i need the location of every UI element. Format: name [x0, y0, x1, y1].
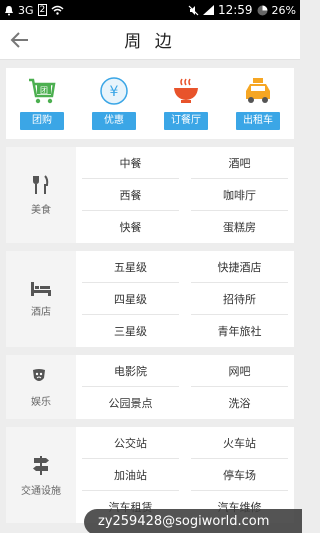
svg-text:¥: ¥ [110, 84, 119, 100]
category-entertainment-header[interactable]: 娱乐 [6, 355, 76, 419]
status-bar: 3G 2 12:59 26% [0, 0, 300, 20]
traffic-item-bus[interactable]: 公交站 [82, 427, 179, 459]
food-item-bar[interactable]: 酒吧 [191, 147, 288, 179]
fun-item-cinema[interactable]: 电影院 [82, 355, 179, 387]
category-entertainment-label: 娱乐 [31, 396, 51, 408]
wifi-icon [51, 5, 64, 15]
category-hotel-label: 酒店 [31, 306, 51, 318]
food-item-cafe[interactable]: 咖啡厅 [191, 179, 288, 211]
battery-level: 26% [271, 3, 296, 17]
traffic-item-gas[interactable]: 加油站 [82, 459, 179, 491]
quick-item-discount[interactable]: ¥ 优惠 [92, 76, 136, 139]
category-hotel: 酒店 五星级 快捷酒店 四星级 招待所 三星级 青年旅社 [6, 251, 294, 347]
notification-icon [5, 5, 13, 15]
food-item-fastfood[interactable]: 快餐 [76, 211, 185, 243]
fork-knife-icon [33, 174, 49, 194]
mute-icon [188, 5, 199, 15]
category-hotel-header[interactable]: 酒店 [6, 251, 76, 347]
yen-coin-icon: ¥ [97, 76, 131, 106]
title-bar: 周 边 [0, 20, 300, 60]
quick-services: 团 团购 ¥ 优惠 订餐厅 出租车 [6, 68, 294, 139]
bed-icon [31, 281, 51, 296]
fun-item-bath[interactable]: 洗浴 [185, 387, 294, 419]
signpost-icon [33, 455, 49, 475]
taxi-button[interactable]: 出租车 [236, 112, 280, 130]
page-title: 周 边 [124, 32, 176, 52]
network-label: 3G [18, 3, 34, 17]
food-item-chinese[interactable]: 中餐 [82, 147, 179, 179]
sim-badge: 2 [37, 4, 48, 16]
traffic-item-train[interactable]: 火车站 [191, 427, 288, 459]
battery-icon [257, 5, 268, 15]
svg-text:团: 团 [40, 86, 48, 95]
traffic-item-parking[interactable]: 停车场 [191, 459, 288, 491]
quick-item-taxi[interactable]: 出租车 [236, 76, 280, 139]
category-traffic-label: 交通设施 [21, 485, 61, 497]
signal-icon [202, 5, 214, 15]
restaurant-button[interactable]: 订餐厅 [164, 112, 208, 130]
discount-button[interactable]: 优惠 [92, 112, 136, 130]
fun-item-netcafe[interactable]: 网吧 [191, 355, 288, 387]
hotel-item-hostel[interactable]: 青年旅社 [185, 315, 294, 347]
hotel-item-4star[interactable]: 四星级 [82, 283, 179, 315]
toast-overlay: zy259428@sogiworld.com [84, 509, 302, 533]
category-food-header[interactable]: 美食 [6, 147, 76, 243]
fun-item-park[interactable]: 公园景点 [76, 387, 185, 419]
back-arrow-icon[interactable] [10, 31, 30, 49]
food-item-bakery[interactable]: 蛋糕房 [185, 211, 294, 243]
clock: 12:59 [217, 3, 253, 17]
category-traffic-header[interactable]: 交通设施 [6, 427, 76, 523]
quick-item-restaurant[interactable]: 订餐厅 [164, 76, 208, 139]
hotel-item-3star[interactable]: 三星级 [76, 315, 185, 347]
cart-icon: 团 [25, 76, 59, 106]
category-food: 美食 中餐 酒吧 西餐 咖啡厅 快餐 蛋糕房 [6, 147, 294, 243]
taxi-icon [241, 76, 275, 106]
bowl-icon [169, 76, 203, 106]
category-food-label: 美食 [31, 204, 51, 216]
food-item-western[interactable]: 西餐 [82, 179, 179, 211]
hotel-item-guesthouse[interactable]: 招待所 [191, 283, 288, 315]
category-entertainment: 娱乐 电影院 网吧 公园景点 洗浴 [6, 355, 294, 419]
hotel-item-5star[interactable]: 五星级 [82, 251, 179, 283]
hotel-item-express[interactable]: 快捷酒店 [191, 251, 288, 283]
quick-item-groupbuy[interactable]: 团 团购 [20, 76, 64, 139]
theater-masks-icon [33, 368, 45, 381]
groupbuy-button[interactable]: 团购 [20, 112, 64, 130]
